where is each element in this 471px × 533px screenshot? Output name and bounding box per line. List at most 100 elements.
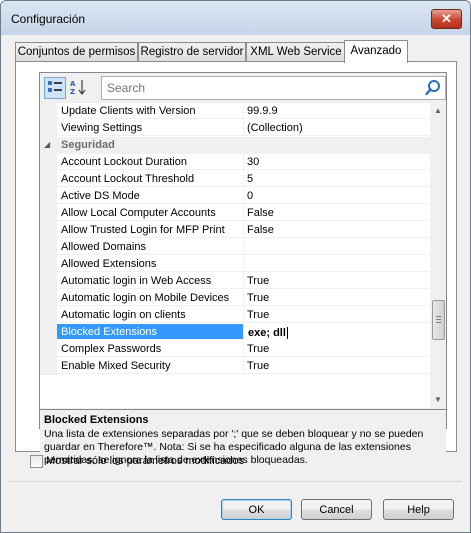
- property-value-text: 5: [247, 173, 254, 185]
- svg-text:A: A: [70, 80, 76, 88]
- show-modified-only-checkbox[interactable]: [30, 455, 43, 468]
- settings-dialog: Configuración ✕ Conjuntos de permisos Re…: [0, 0, 471, 533]
- property-value[interactable]: [244, 256, 430, 272]
- property-row-selected[interactable]: Blocked Extensions exe; dll: [40, 324, 430, 341]
- property-value-text: False: [247, 207, 274, 219]
- property-row[interactable]: Automatic login on Mobile Devices True: [40, 290, 430, 307]
- property-row[interactable]: Account Lockout Threshold 5: [40, 171, 430, 188]
- property-name[interactable]: Viewing Settings: [57, 120, 244, 136]
- property-value[interactable]: 0: [244, 188, 430, 204]
- search-icon[interactable]: [424, 79, 442, 97]
- tab-conjuntos-de-permisos[interactable]: Conjuntos de permisos: [15, 42, 138, 62]
- category-row[interactable]: ◢ Seguridad: [40, 137, 430, 154]
- row-gutter: [40, 154, 57, 171]
- property-value[interactable]: True: [244, 341, 430, 357]
- property-row[interactable]: Viewing Settings (Collection): [40, 120, 430, 137]
- property-list: Update Clients with Version 99.9.9 Viewing…: [40, 103, 430, 408]
- property-value-editor[interactable]: exe; dll: [244, 324, 430, 340]
- property-row[interactable]: Allow Local Computer Accounts False: [40, 205, 430, 222]
- row-gutter: [40, 120, 57, 137]
- property-value[interactable]: True: [244, 307, 430, 323]
- window-title: Configuración: [11, 12, 86, 26]
- property-row[interactable]: Automatic login on clients True: [40, 307, 430, 324]
- row-gutter: [40, 273, 57, 290]
- property-name[interactable]: Account Lockout Threshold: [57, 171, 244, 187]
- property-value[interactable]: False: [244, 205, 430, 221]
- property-name[interactable]: Allowed Extensions: [57, 256, 244, 272]
- property-value[interactable]: 30: [244, 154, 430, 170]
- text-cursor: [286, 327, 288, 340]
- tab-xml-web-service[interactable]: XML Web Service: [246, 42, 346, 62]
- tab-avanzado[interactable]: Avanzado: [344, 40, 408, 63]
- property-name[interactable]: Automatic login on Mobile Devices: [57, 290, 244, 306]
- row-gutter: [40, 307, 57, 324]
- row-gutter: [40, 205, 57, 222]
- row-gutter: [40, 171, 57, 188]
- property-value-text: True: [247, 360, 270, 372]
- property-row[interactable]: Account Lockout Duration 30: [40, 154, 430, 171]
- property-row[interactable]: Allowed Extensions: [40, 256, 430, 273]
- property-name[interactable]: Allowed Domains: [57, 239, 244, 255]
- property-value[interactable]: False: [244, 222, 430, 238]
- description-title: Blocked Extensions: [44, 414, 149, 426]
- row-gutter: [40, 239, 57, 256]
- property-name[interactable]: Account Lockout Duration: [57, 154, 244, 170]
- help-button[interactable]: Help: [383, 499, 454, 520]
- close-button[interactable]: ✕: [431, 9, 462, 29]
- search-input[interactable]: [105, 79, 419, 97]
- cancel-button[interactable]: Cancel: [301, 499, 372, 520]
- row-gutter: [40, 341, 57, 358]
- property-name[interactable]: Automatic login in Web Access: [57, 273, 244, 289]
- property-value[interactable]: 99.9.9: [244, 103, 430, 119]
- property-value-text: (Collection): [247, 122, 303, 134]
- property-name[interactable]: Active DS Mode: [57, 188, 244, 204]
- property-row[interactable]: Complex Passwords True: [40, 341, 430, 358]
- scroll-up-icon[interactable]: ▲: [430, 103, 446, 119]
- ok-button[interactable]: OK: [221, 499, 292, 520]
- scroll-thumb[interactable]: [432, 300, 445, 340]
- row-gutter: [40, 290, 57, 307]
- property-name[interactable]: Enable Mixed Security: [57, 358, 244, 374]
- property-grid: A Z Search Update Clients with Version 9…: [39, 72, 447, 468]
- categorized-view-icon[interactable]: [44, 77, 66, 99]
- dialog-client: Conjuntos de permisos Registro de servid…: [9, 35, 462, 524]
- property-value[interactable]: True: [244, 358, 430, 374]
- property-value-text: 30: [247, 156, 260, 168]
- property-value[interactable]: 5: [244, 171, 430, 187]
- property-row[interactable]: Enable Mixed Security True: [40, 358, 430, 375]
- property-name[interactable]: Complex Passwords: [57, 341, 244, 357]
- property-value-text: True: [247, 343, 270, 355]
- property-value-text: 0: [247, 190, 254, 202]
- row-gutter: [40, 358, 57, 375]
- row-gutter: [40, 222, 57, 239]
- property-name[interactable]: Update Clients with Version: [57, 103, 244, 119]
- property-name[interactable]: Allow Local Computer Accounts: [57, 205, 244, 221]
- title-bar: Configuración ✕: [1, 1, 470, 35]
- property-row[interactable]: Allow Trusted Login for MFP Print False: [40, 222, 430, 239]
- property-row[interactable]: Update Clients with Version 99.9.9: [40, 103, 430, 120]
- property-value[interactable]: True: [244, 273, 430, 289]
- collapse-icon[interactable]: ◢: [44, 140, 50, 149]
- property-name[interactable]: Allow Trusted Login for MFP Print: [57, 222, 244, 238]
- property-value[interactable]: [244, 239, 430, 255]
- property-value-text: False: [247, 224, 274, 236]
- property-value-text: True: [247, 292, 270, 304]
- show-modified-only-label[interactable]: Mostrar sólo los parámetros modificados: [46, 454, 244, 468]
- tab-registro-de-servidor[interactable]: Registro de servidor: [138, 42, 246, 62]
- property-value[interactable]: (Collection): [244, 120, 430, 136]
- scroll-down-icon[interactable]: ▼: [430, 392, 446, 408]
- property-row[interactable]: Active DS Mode 0: [40, 188, 430, 205]
- row-gutter: [40, 324, 57, 341]
- property-row[interactable]: Allowed Domains: [40, 239, 430, 256]
- row-gutter: [40, 103, 57, 120]
- property-value-text: exe; dll: [248, 327, 286, 339]
- property-name[interactable]: Blocked Extensions: [57, 324, 244, 340]
- property-value[interactable]: True: [244, 290, 430, 306]
- property-name[interactable]: Automatic login on clients: [57, 307, 244, 323]
- property-row[interactable]: Automatic login in Web Access True: [40, 273, 430, 290]
- svg-text:Z: Z: [70, 88, 75, 96]
- row-gutter: [40, 256, 57, 273]
- category-label: Seguridad: [61, 139, 115, 151]
- property-grid-scrollbar[interactable]: ▲ ▼: [430, 103, 446, 408]
- alphabetical-sort-icon[interactable]: A Z: [67, 77, 89, 99]
